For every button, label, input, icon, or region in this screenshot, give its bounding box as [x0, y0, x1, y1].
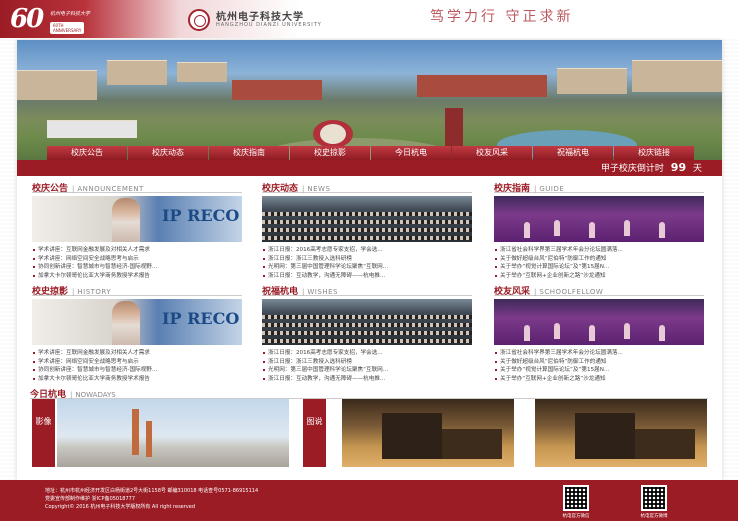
- section-title-en: ANNOUNCEMENT: [77, 185, 144, 193]
- section-thumbnail[interactable]: [494, 196, 704, 242]
- section-title[interactable]: 校庆指南: [494, 181, 530, 194]
- logo-number: 60: [10, 4, 44, 34]
- list-item[interactable]: 浙江日报：浙江三教授入选科研榜: [262, 358, 472, 367]
- list-item[interactable]: 学术讲座：网络空间安全战略思考与启示: [32, 255, 242, 264]
- tab-picture-story[interactable]: 图说: [303, 399, 326, 467]
- nav-item-nowadays[interactable]: 今日杭电: [371, 146, 451, 160]
- list-item[interactable]: 协同创新讲座：智慧城市与智慧经济-国际视野...: [32, 366, 242, 375]
- section-title[interactable]: 校友风采: [494, 284, 530, 297]
- list-item[interactable]: 加拿大卡尔顿哥伦比亚大学商务教授学术报告: [32, 375, 242, 384]
- nav-item-links[interactable]: 校庆链接: [614, 146, 694, 160]
- thumbnail-text: IP RECO: [162, 206, 240, 225]
- list-item[interactable]: 浙江日报：互动教学，沟通无障碍——杭电推...: [262, 272, 472, 281]
- nav-item-history[interactable]: 校史掠影: [290, 146, 370, 160]
- section-title-en: NOWADAYS: [75, 391, 116, 399]
- section-news: 校庆动态 | NEWS 浙江日报：2016高考志愿专家支招，学会选... 浙江日报：…: [262, 181, 472, 280]
- list-item[interactable]: 加拿大卡尔顿哥伦比亚大学商务教授学术报告: [32, 272, 242, 281]
- countdown-unit: 天: [692, 164, 702, 174]
- list-item[interactable]: 关于举办“视觉计算国际论坛”及“第15届N...: [494, 263, 704, 272]
- section-wishes: 祝福杭电 | WISHES 浙江日报：2016高考志愿专家支招，学会选... 浙江日…: [262, 284, 472, 383]
- section-thumbnail[interactable]: [262, 299, 472, 345]
- footer-maintainer[interactable]: 党委宣传部制作维护 浙ICP备05018777: [45, 495, 258, 503]
- list-item[interactable]: 浙江省社会科学界第三届学术年会分论坛圆满落...: [494, 349, 704, 358]
- section-title-en: GUIDE: [539, 185, 565, 193]
- header: 60 杭州电子科技大学 60TH ANNIVERSARY 杭州电子科技大学 HA…: [0, 0, 738, 38]
- nowadays-photo[interactable]: [342, 399, 514, 467]
- anniversary-countdown: 甲子校庆倒计时 99 天: [17, 160, 722, 176]
- list-item[interactable]: 学术讲座：互联网金融发展及对相关人才需求: [32, 246, 242, 255]
- nav-item-schoolfellow[interactable]: 校友风采: [452, 146, 532, 160]
- section-nowadays: 今日杭电 | NOWADAYS: [30, 387, 708, 400]
- logo-script: 杭州电子科技大学: [50, 11, 91, 17]
- section-title[interactable]: 祝福杭电: [262, 284, 298, 297]
- tab-images[interactable]: 影像: [32, 399, 55, 467]
- list-item[interactable]: 浙江日报：2016高考志愿专家支招，学会选...: [262, 349, 472, 358]
- section-thumbnail[interactable]: [494, 299, 704, 345]
- list-item[interactable]: 学术讲座：网络空间安全战略思考与启示: [32, 358, 242, 367]
- section-title-en: HISTORY: [77, 288, 112, 296]
- countdown-days: 99: [670, 161, 687, 174]
- list-item[interactable]: 关于做好超级台风“尼伯特”防御工作的通知: [494, 358, 704, 367]
- section-thumbnail[interactable]: IP RECO: [32, 196, 242, 242]
- list-item[interactable]: 协同创新讲座：智慧城市与智慧经济-国际视野...: [32, 263, 242, 272]
- section-history: 校史掠影 | HISTORY IP RECO 学术讲座：互联网金融发展及对相关人才需…: [32, 284, 242, 383]
- list-item[interactable]: 光明网：第三届中国管理科学论坛聚焦“互联网...: [262, 366, 472, 375]
- university-seal-icon: [188, 9, 210, 31]
- anniversary-logo[interactable]: 60 杭州电子科技大学 60TH ANNIVERSARY: [10, 4, 90, 34]
- nowadays-photo[interactable]: [535, 399, 707, 467]
- list-item[interactable]: 关于举办“互联网+企业创新之路”沙龙通知: [494, 375, 704, 384]
- countdown-label: 甲子校庆倒计时: [600, 164, 664, 174]
- list-item[interactable]: 浙江日报：互动教学，沟通无障碍——杭电推...: [262, 375, 472, 384]
- list-item[interactable]: 浙江日报：浙江三教授入选科研榜: [262, 255, 472, 264]
- footer: 地址：杭州市杭州经济开发区白杨街道2号大街1158号 邮编310018 电话查号…: [0, 480, 738, 521]
- footer-address: 地址：杭州市杭州经济开发区白杨街道2号大街1158号 邮编310018 电话查号…: [45, 488, 259, 494]
- section-title-en: SCHOOLFELLOW: [539, 288, 604, 296]
- weibo-qr-caption: 杭电官方微博: [640, 514, 668, 519]
- weibo-qr-code[interactable]: [641, 485, 667, 511]
- wechat-qr-code[interactable]: [563, 485, 589, 511]
- list-item[interactable]: 浙江日报：2016高考志愿专家支招，学会选...: [262, 246, 472, 255]
- section-title-en: NEWS: [307, 185, 331, 193]
- university-motto: 笃学力行 守正求新: [430, 9, 574, 25]
- logo-tag: 60TH ANNIVERSARY: [50, 22, 85, 34]
- nowadays-photo[interactable]: [57, 399, 289, 467]
- nav-item-guide[interactable]: 校庆指南: [209, 146, 289, 160]
- section-announcement: 校庆公告 | ANNOUNCEMENT IP RECO 学术讲座：互联网金融发展及对…: [32, 181, 242, 280]
- footer-copyright: Copyright© 2016 杭州电子科技大学版权所有 All right r…: [45, 504, 196, 510]
- list-item[interactable]: 学术讲座：互联网金融发展及对相关人才需求: [32, 349, 242, 358]
- list-item[interactable]: 光明网：第三届中国管理科学论坛聚焦“互联网...: [262, 263, 472, 272]
- list-item[interactable]: 关于做好超级台风“尼伯特”防御工作的通知: [494, 255, 704, 264]
- section-title[interactable]: 校史掠影: [32, 284, 68, 297]
- list-item[interactable]: 浙江省社会科学界第三届学术年会分论坛圆满落...: [494, 246, 704, 255]
- section-title[interactable]: 校庆公告: [32, 181, 68, 194]
- list-item[interactable]: 关于举办“视觉计算国际论坛”及“第15届N...: [494, 366, 704, 375]
- section-guide: 校庆指南 | GUIDE 浙江省社会科学界第三届学术年会分论坛圆满落... 关于做好…: [494, 181, 704, 280]
- list-item[interactable]: 关于举办“互联网+企业创新之路”沙龙通知: [494, 272, 704, 281]
- section-thumbnail[interactable]: [262, 196, 472, 242]
- thumbnail-text: IP RECO: [162, 309, 240, 328]
- section-schoolfellow: 校友风采 | SCHOOLFELLOW 浙江省社会科学界第三届学术年会分论坛圆满落.…: [494, 284, 704, 383]
- wechat-qr-caption: 杭电官方微信: [562, 514, 590, 519]
- section-title[interactable]: 校庆动态: [262, 181, 298, 194]
- nav-item-wishes[interactable]: 祝福杭电: [533, 146, 613, 160]
- section-title-en: WISHES: [307, 288, 338, 296]
- university-name[interactable]: 杭州电子科技大学: [216, 8, 304, 23]
- nav-item-news[interactable]: 校庆动态: [128, 146, 208, 160]
- nav-item-announcement[interactable]: 校庆公告: [47, 146, 127, 160]
- footer-info: 地址：杭州市杭州经济开发区白杨街道2号大街1158号 邮编310018 电话查号…: [45, 487, 258, 511]
- university-name-en: HANGZHOU DIANZI UNIVERSITY: [216, 22, 322, 28]
- section-thumbnail[interactable]: IP RECO: [32, 299, 242, 345]
